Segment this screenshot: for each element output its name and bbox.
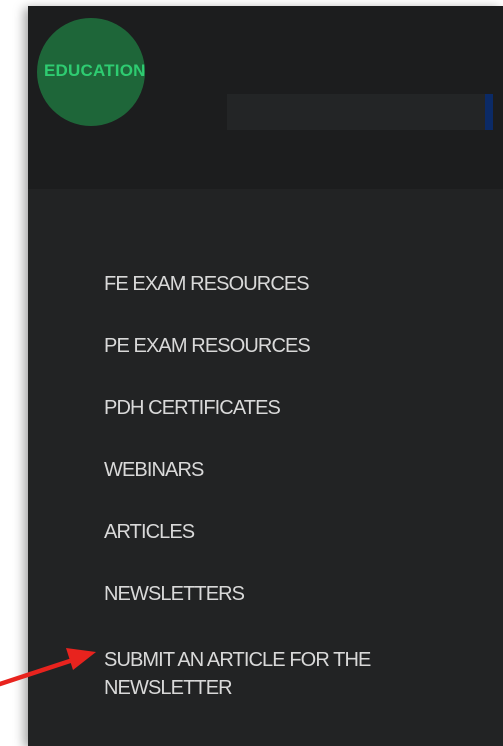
arrow-head bbox=[66, 648, 96, 670]
screenshot-stage: EDUCATION FE EXAM RESOURCES PE EXAM RESO… bbox=[0, 0, 503, 746]
red-arrow-annotation bbox=[0, 648, 96, 687]
arrow-shaft bbox=[0, 656, 79, 687]
